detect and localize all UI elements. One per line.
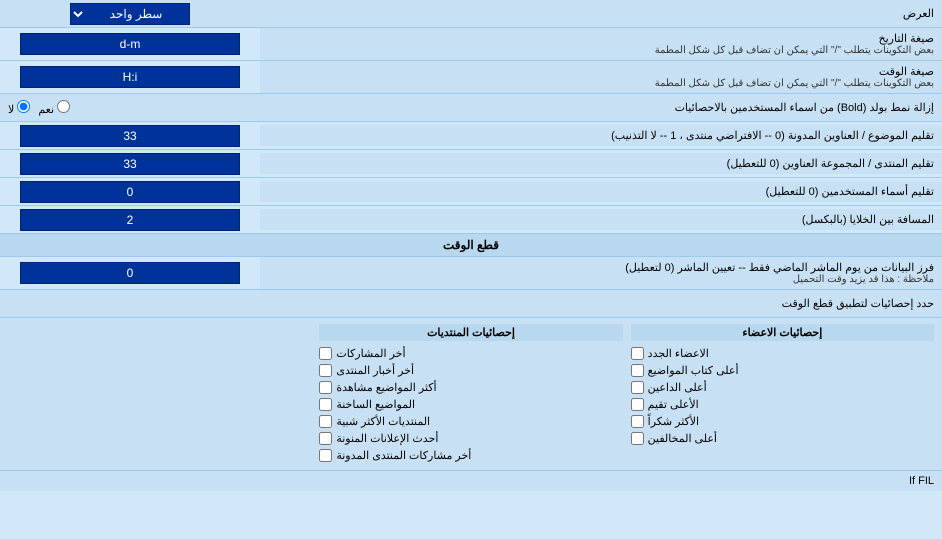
remove-bold-label: إزالة نمط بولد (Bold) من اسماء المستخدمي… <box>260 97 942 118</box>
cb-last-forum-news: أخر أخبار المنتدى <box>319 362 622 379</box>
forum-title-input-area <box>0 151 260 177</box>
limit-label: حدد إحصائيات لتطبيق قطع الوقت <box>260 293 942 314</box>
cb-top-rated: الأعلى تقيم <box>631 396 934 413</box>
usernames-row: تقليم أسماء المستخدمين (0 للتعطيل) <box>0 178 942 206</box>
fetch-label: فرز البيانات من يوم الماشر الماضي فقط --… <box>260 257 942 289</box>
stats-section: حدد إحصائيات لتطبيق قطع الوقت إحصائيات ا… <box>0 290 942 471</box>
forum-title-input[interactable] <box>20 153 240 175</box>
date-format-row: صيغة التاريخ بعض التكوينات يتطلب "/" الت… <box>0 28 942 61</box>
cb-last-forum-posts-input[interactable] <box>319 449 332 462</box>
cb-new-members: الاعضاء الجدد <box>631 345 934 362</box>
topic-title-row: تقليم الموضوع / العناوين المدونة (0 -- ا… <box>0 122 942 150</box>
time-format-row: صيغة الوقت بعض التكوينات يتطلب "/" التي … <box>0 61 942 94</box>
cb-most-viewed: أكثر المواضيع مشاهدة <box>319 379 622 396</box>
members-stats-header: إحصائيات الاعضاء <box>631 324 934 341</box>
forum-title-label: تقليم المنتدى / المجموعة العناوين (0 للت… <box>260 153 942 174</box>
date-format-input-area <box>0 31 260 57</box>
radio-no-label: لا <box>8 100 30 116</box>
cb-top-violators-input[interactable] <box>631 432 644 445</box>
cell-spacing-input[interactable] <box>20 209 240 231</box>
display-select-area: سطر واحد سطران ثلاثة أسطر <box>0 1 260 27</box>
cb-hot-topics-input[interactable] <box>319 398 332 411</box>
remove-bold-row: إزالة نمط بولد (Bold) من اسماء المستخدمي… <box>0 94 942 122</box>
members-stats-col: إحصائيات الاعضاء الاعضاء الجدد أعلى كتاب… <box>627 324 938 464</box>
main-container: العرض سطر واحد سطران ثلاثة أسطر صيغة الت… <box>0 0 942 491</box>
time-format-input[interactable] <box>20 66 240 88</box>
cb-latest-announcements-input[interactable] <box>319 432 332 445</box>
time-cutoff-header: قطع الوقت <box>0 234 942 257</box>
usernames-label: تقليم أسماء المستخدمين (0 للتعطيل) <box>260 181 942 202</box>
cb-most-similar-forums: المنتديات الأكثر شبية <box>319 413 622 430</box>
cb-new-members-input[interactable] <box>631 347 644 360</box>
empty-col <box>4 324 315 464</box>
usernames-input-area <box>0 179 260 205</box>
cell-spacing-row: المسافة بين الخلايا (بالبكسل) <box>0 206 942 234</box>
display-row: العرض سطر واحد سطران ثلاثة أسطر <box>0 0 942 28</box>
bottom-text: If FIL <box>0 471 942 491</box>
date-format-label: صيغة التاريخ بعض التكوينات يتطلب "/" الت… <box>260 28 942 60</box>
checkboxes-section: إحصائيات الاعضاء الاعضاء الجدد أعلى كتاب… <box>0 318 942 470</box>
cb-last-posts-input[interactable] <box>319 347 332 360</box>
radio-yes-label: نعم <box>38 100 70 116</box>
display-label: العرض <box>260 3 942 24</box>
cb-most-thanked-input[interactable] <box>631 415 644 428</box>
cb-last-posts: أخر المشاركات <box>319 345 622 362</box>
display-select[interactable]: سطر واحد سطران ثلاثة أسطر <box>70 3 190 25</box>
cell-spacing-label: المسافة بين الخلايا (بالبكسل) <box>260 209 942 230</box>
cb-last-forum-posts: أخر مشاركات المنتدى المدونة <box>319 447 622 464</box>
cb-most-viewed-input[interactable] <box>319 381 332 394</box>
topic-title-input-area <box>0 123 260 149</box>
cb-hot-topics: المواضيع الساخنة <box>319 396 622 413</box>
fetch-input-area <box>0 260 260 286</box>
radio-yes[interactable] <box>57 100 70 113</box>
forums-stats-col: إحصائيات المنتديات أخر المشاركات أخر أخب… <box>315 324 626 464</box>
topic-title-label: تقليم الموضوع / العناوين المدونة (0 -- ا… <box>260 125 942 146</box>
cb-most-similar-forums-input[interactable] <box>319 415 332 428</box>
forum-title-row: تقليم المنتدى / المجموعة العناوين (0 للت… <box>0 150 942 178</box>
time-format-label: صيغة الوقت بعض التكوينات يتطلب "/" التي … <box>260 61 942 93</box>
limit-row: حدد إحصائيات لتطبيق قطع الوقت <box>0 290 942 318</box>
cell-spacing-input-area <box>0 207 260 233</box>
cb-most-thanked: الأكثر شكراً <box>631 413 934 430</box>
cb-latest-announcements: أحدث الإعلانات المنونة <box>319 430 622 447</box>
cb-top-topic-writers-input[interactable] <box>631 364 644 377</box>
cb-top-inviters: أعلى الداعين <box>631 379 934 396</box>
date-format-input[interactable] <box>20 33 240 55</box>
fetch-row: فرز البيانات من يوم الماشر الماضي فقط --… <box>0 257 942 290</box>
cb-top-rated-input[interactable] <box>631 398 644 411</box>
cb-top-inviters-input[interactable] <box>631 381 644 394</box>
cb-top-violators: أعلى المخالفين <box>631 430 934 447</box>
cb-last-forum-news-input[interactable] <box>319 364 332 377</box>
fetch-input[interactable] <box>20 262 240 284</box>
cb-top-topic-writers: أعلى كتاب المواضيع <box>631 362 934 379</box>
time-format-input-area <box>0 64 260 90</box>
topic-title-input[interactable] <box>20 125 240 147</box>
forums-stats-header: إحصائيات المنتديات <box>319 324 622 341</box>
usernames-input[interactable] <box>20 181 240 203</box>
radio-no[interactable] <box>17 100 30 113</box>
remove-bold-radio-area: نعم لا <box>0 98 260 118</box>
